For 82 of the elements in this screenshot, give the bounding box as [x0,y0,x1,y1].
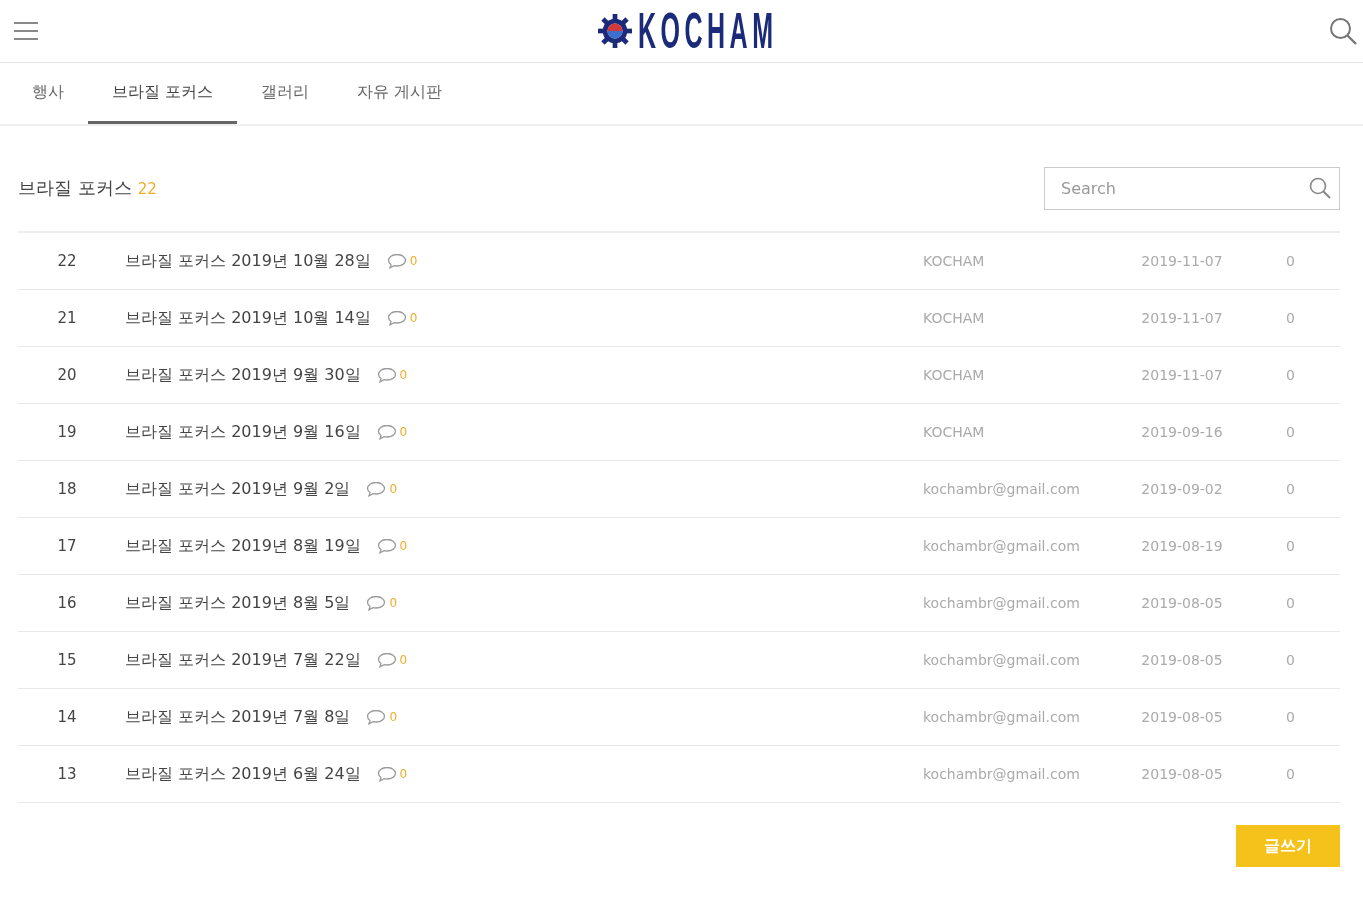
menu-icon[interactable] [14,21,38,41]
post-title-link[interactable]: 브라질 포커스 2019년 8월 5일 [125,592,351,614]
post-title-link[interactable]: 브라질 포커스 2019년 7월 8일 [125,706,351,728]
post-date: 2019-08-19 [1141,538,1223,554]
comment-count: 0 [409,254,418,268]
post-date: 2019-08-05 [1141,766,1223,782]
view-count: 0 [1286,766,1295,782]
post-number: 18 [57,480,77,498]
logo-text[interactable]: KOCHAM [638,6,778,56]
post-author: KOCHAM [923,424,986,440]
view-count: 0 [1286,424,1295,440]
post-title-link[interactable]: 브라질 포커스 2019년 7월 22일 [125,649,361,671]
post-title-link[interactable]: 브라질 포커스 2019년 10월 28일 [125,250,371,272]
post-number: 20 [57,366,77,384]
post-number: 14 [57,708,77,726]
speech-bubble-icon [376,766,397,782]
board-title: 브라질 포커스 [18,176,132,200]
post-date: 2019-11-07 [1141,253,1223,269]
post-author: KOCHAM [923,253,986,269]
post-author: KOCHAM [923,310,986,326]
comment-count: 0 [399,425,408,439]
post-date: 2019-08-05 [1141,595,1223,611]
speech-bubble-icon [376,367,397,383]
tab[interactable]: 갤러리 [237,63,334,124]
post-date: 2019-08-05 [1141,709,1223,725]
post-number: 22 [57,252,77,270]
post-number: 13 [57,765,77,783]
tab[interactable]: 브라질 포커스 [88,63,238,124]
post-title-link[interactable]: 브라질 포커스 2019년 9월 30일 [125,364,361,386]
comment-count: 0 [389,482,398,496]
post-title-link[interactable]: 브라질 포커스 2019년 9월 16일 [125,421,361,443]
post-number: 15 [57,651,77,669]
search-icon[interactable] [1329,17,1357,45]
comment-count: 0 [399,539,408,553]
post-number: 16 [57,594,77,612]
post-date: 2019-08-05 [1141,652,1223,668]
speech-bubble-icon [366,709,387,725]
post-title-link[interactable]: 브라질 포커스 2019년 10월 14일 [125,307,371,329]
view-count: 0 [1286,367,1295,383]
post-number: 19 [57,423,77,441]
speech-bubble-icon [376,538,397,554]
view-count: 0 [1286,652,1295,668]
view-count: 0 [1286,481,1295,497]
comment-count: 0 [399,767,408,781]
comment-count: 0 [389,710,398,724]
post-author: kochambr@gmail.com [923,766,1081,782]
post-author: kochambr@gmail.com [923,538,1081,554]
view-count: 0 [1286,709,1295,725]
view-count: 0 [1286,253,1295,269]
comment-count: 0 [399,368,408,382]
post-date: 2019-11-07 [1141,310,1223,326]
comment-count: 0 [389,596,398,610]
comment-count: 0 [399,653,408,667]
post-number: 21 [57,309,77,327]
post-date: 2019-11-07 [1141,367,1223,383]
post-title-link[interactable]: 브라질 포커스 2019년 9월 2일 [125,478,351,500]
speech-bubble-icon [386,253,407,269]
post-number: 17 [57,537,77,555]
comment-count: 0 [409,311,418,325]
post-author: KOCHAM [923,367,986,383]
speech-bubble-icon [386,310,407,326]
speech-bubble-icon [366,481,387,497]
post-title-link[interactable]: 브라질 포커스 2019년 8월 19일 [125,535,361,557]
view-count: 0 [1286,595,1295,611]
speech-bubble-icon [376,652,397,668]
post-date: 2019-09-02 [1141,481,1223,497]
search-icon[interactable] [1309,176,1331,199]
post-title-link[interactable]: 브라질 포커스 2019년 6월 24일 [125,763,361,785]
post-count: 22 [137,180,157,198]
gear-logo-icon [598,14,632,48]
view-count: 0 [1286,538,1295,554]
post-author: kochambr@gmail.com [923,652,1081,668]
post-date: 2019-09-16 [1141,424,1223,440]
post-author: kochambr@gmail.com [923,595,1081,611]
speech-bubble-icon [366,595,387,611]
search-field[interactable]: Search [1044,166,1340,210]
tab[interactable]: 행사 [8,63,88,124]
view-count: 0 [1286,310,1295,326]
post-author: kochambr@gmail.com [923,709,1081,725]
tab[interactable]: 자유 게시판 [333,63,467,124]
speech-bubble-icon [376,424,397,440]
post-author: kochambr@gmail.com [923,481,1081,497]
